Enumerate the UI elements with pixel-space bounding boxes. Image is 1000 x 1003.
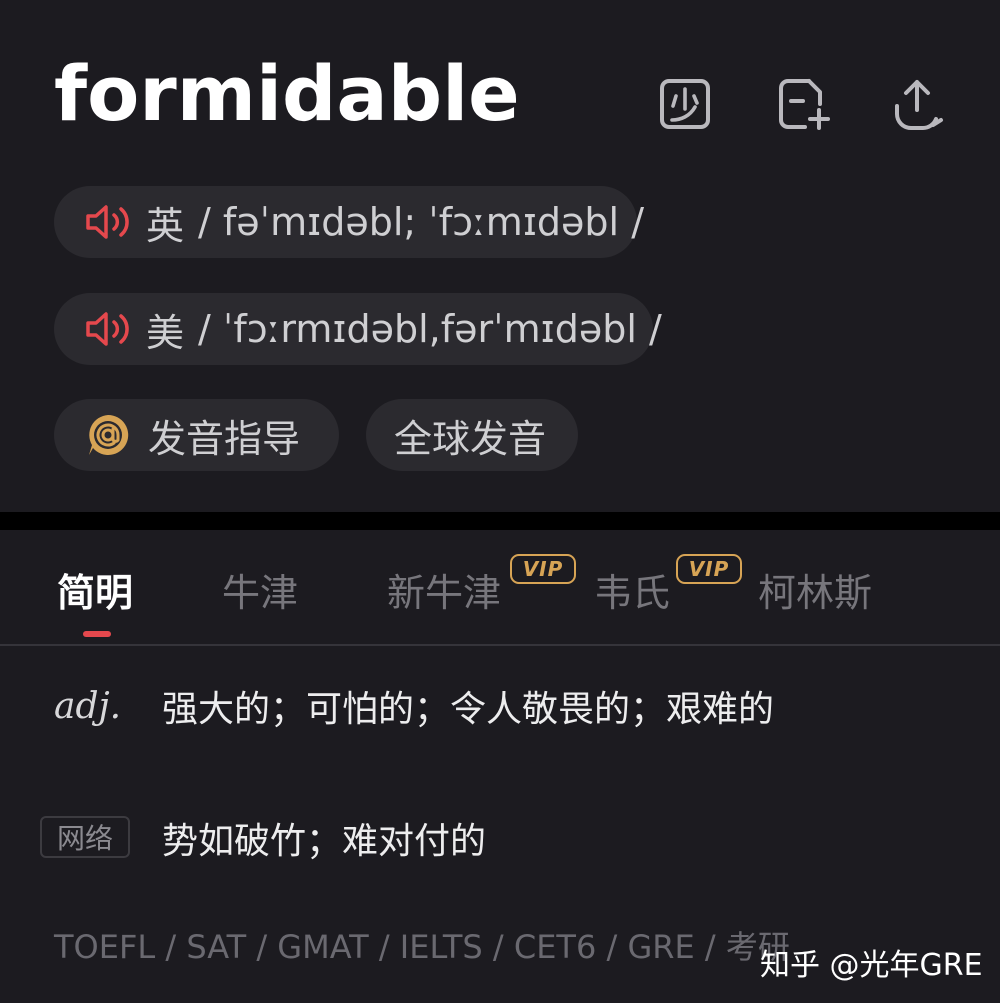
share-icon[interactable] [887,74,947,134]
ipa-text: / fəˈmɪdəbl; ˈfɔːmɪdəbl / [198,200,644,244]
tabs-divider [0,644,1000,646]
exam-tags: TOEFL / SAT / GMAT / IELTS / CET6 / GRE … [54,928,790,966]
accent-label: 英 [146,203,185,248]
tab-jianming[interactable]: 简明 [57,562,133,617]
tab-collins[interactable]: 柯林斯 [758,562,872,617]
pronunciation-guide-button[interactable]: 发音指导 [54,399,339,471]
uk-pronunciation-button[interactable]: 英 / fəˈmɪdəbl; ˈfɔːmɪdəbl / [54,186,644,258]
word-header-panel: formidable 英 / fəˈmɪdəbl; ˈfɔːmɪdəbl / 美… [0,0,1000,512]
global-pronunciation-button[interactable]: 全球发音 [366,399,578,471]
tab-oxford[interactable]: 牛津 [222,562,298,617]
definition-text: 强大的；可怕的；令人敬畏的；艰难的 [162,689,775,730]
watermark: 知乎 @光年GRE [760,948,983,983]
add-to-wordbook-icon[interactable] [773,74,833,134]
accent-label: 美 [146,310,185,355]
part-of-speech: adj. [54,685,122,727]
dictionary-tabs: 简明 牛津 新牛津 VIP 韦氏 VIP 柯林斯 [0,530,1000,644]
speaker-icon [86,312,129,346]
guide-label: 发音指导 [148,416,301,461]
vip-badge: VIP [510,554,576,584]
active-tab-indicator [83,631,111,637]
web-tag: 网络 [40,816,130,858]
us-pronunciation-button[interactable]: 美 / ˈfɔːrmɪdəbl,fərˈmɪdəbl / [54,293,662,365]
vip-badge: VIP [676,554,742,584]
headword: formidable [54,49,520,138]
tab-new-oxford[interactable]: 新牛津 [387,562,501,617]
dictionary-panel: 简明 牛津 新牛津 VIP 韦氏 VIP 柯林斯 adj. 强大的；可怕的；令人… [0,530,1000,1003]
ipa-text: / ˈfɔːrmɪdəbl,fərˈmɪdəbl / [198,307,662,351]
global-label: 全球发音 [394,416,547,461]
shao-character-icon[interactable] [655,74,715,134]
speaker-icon [86,205,129,239]
pronunciation-guide-icon [89,414,129,455]
web-definition-text: 势如破竹；难对付的 [162,821,487,862]
tab-webster[interactable]: 韦氏 [594,562,670,617]
